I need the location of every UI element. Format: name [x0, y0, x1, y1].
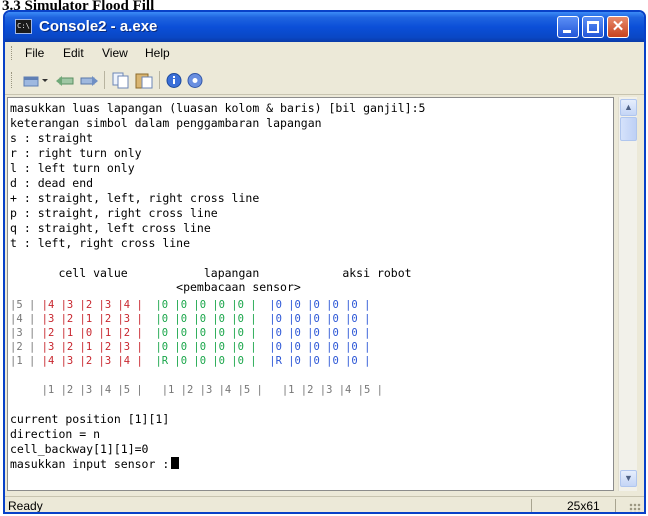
input-prompt: masukkan input sensor :	[10, 457, 170, 471]
toolbar-separator	[104, 71, 105, 89]
aksi-robot-row: |0 |0 |0 |0 |0 |	[269, 299, 371, 311]
aksi-robot-row: |0 |0 |0 |0 |0 |	[269, 313, 371, 325]
close-icon: ✕	[611, 18, 625, 35]
grid-section-headers: cell value lapangan aksi robot	[10, 266, 412, 280]
toolbar	[5, 65, 644, 95]
cell-value-row: |3 |2 |1 |2 |3 |	[41, 313, 143, 325]
cell-value-row: |3 |2 |1 |2 |3 |	[41, 341, 143, 353]
maximize-button[interactable]	[582, 16, 604, 38]
grid-row: |2 | |3 |2 |1 |2 |3 | |0 |0 |0 |0 |0 | |…	[10, 340, 370, 355]
grid-row-index: |2 |	[10, 341, 36, 353]
grid-row-index: |3 |	[10, 327, 36, 339]
status-bar: Ready 25x61	[5, 496, 644, 513]
grid-row: |4 | |3 |2 |1 |2 |3 | |0 |0 |0 |0 |0 | |…	[10, 312, 370, 327]
maximize-icon	[587, 21, 599, 33]
console-line: r : right turn only	[10, 146, 142, 160]
cell-backway-line: cell_backway[1][1]=0	[10, 442, 149, 456]
console-size: 25x61	[567, 499, 600, 513]
grid-row: |1 | |4 |3 |2 |3 |4 | |R |0 |0 |0 |0 | |…	[10, 354, 370, 369]
new-tab-icon[interactable]	[23, 72, 41, 89]
console-line: s : straight	[10, 131, 94, 145]
console-line: keterangan simbol dalam penggambaran lap…	[10, 116, 322, 130]
minimize-button[interactable]	[557, 16, 579, 38]
cell-value-row: |4 |3 |2 |3 |4 |	[41, 355, 143, 367]
grid-row-index: |5 |	[10, 299, 36, 311]
grid-row: |3 | |2 |1 |0 |1 |2 | |0 |0 |0 |0 |0 | |…	[10, 326, 370, 341]
previous-tab-icon[interactable]	[55, 72, 75, 89]
copy-icon[interactable]	[111, 72, 131, 89]
grid-row: |5 | |4 |3 |2 |3 |4 | |0 |0 |0 |0 |0 | |…	[10, 298, 370, 313]
menu-bar: File Edit View Help	[5, 42, 644, 64]
console-line: d : dead end	[10, 176, 94, 190]
scroll-thumb[interactable]	[620, 117, 637, 141]
title-bar[interactable]: C:\ Console2 - a.exe ✕	[5, 12, 644, 42]
grid-row-index: |4 |	[10, 313, 36, 325]
console-line: t : left, right cross line	[10, 236, 191, 250]
next-tab-icon[interactable]	[79, 72, 99, 89]
aksi-robot-row: |0 |0 |0 |0 |0 |	[269, 327, 371, 339]
lapangan-row: |0 |0 |0 |0 |0 |	[155, 327, 257, 339]
console-line: l : left turn only	[10, 161, 135, 175]
grid-subheader: <pembacaan sensor>	[10, 280, 301, 294]
console-line: p : straight, right cross line	[10, 206, 218, 220]
cell-value-row: |2 |1 |0 |1 |2 |	[41, 327, 143, 339]
console-window: C:\ Console2 - a.exe ✕ File Edit View He…	[3, 10, 646, 514]
chevron-up-icon: ▲	[624, 102, 633, 112]
status-divider	[531, 499, 532, 512]
lapangan-row: |0 |0 |0 |0 |0 |	[155, 299, 257, 311]
new-tab-dropdown-icon[interactable]	[42, 72, 49, 89]
scroll-up-button[interactable]: ▲	[620, 99, 637, 116]
input-prompt-line[interactable]: masukkan input sensor :	[10, 457, 180, 472]
aksi-robot-row: |R |0 |0 |0 |0 |	[269, 355, 371, 367]
menu-file[interactable]: File	[19, 42, 50, 64]
status-divider	[615, 499, 616, 512]
resize-grip-icon[interactable]	[629, 503, 641, 512]
close-button[interactable]: ✕	[607, 16, 629, 38]
menu-help[interactable]: Help	[139, 42, 176, 64]
help-icon[interactable]	[187, 72, 205, 89]
direction-line: direction = n	[10, 427, 101, 441]
status-text: Ready	[8, 499, 43, 513]
console-line: masukkan luas lapangan (luasan kolom & b…	[10, 101, 426, 115]
chevron-down-icon: ▼	[624, 473, 633, 483]
paste-icon[interactable]	[134, 72, 154, 89]
lapangan-row: |0 |0 |0 |0 |0 |	[155, 313, 257, 325]
console-app-icon[interactable]: C:\	[15, 19, 32, 34]
lapangan-row: |R |0 |0 |0 |0 |	[155, 355, 257, 367]
scroll-down-button[interactable]: ▼	[620, 470, 637, 487]
info-icon[interactable]	[166, 72, 184, 89]
menu-view[interactable]: View	[96, 42, 134, 64]
toolbar-grip[interactable]	[11, 72, 14, 88]
grid-column-footer: |1 |2 |3 |4 |5 | |1 |2 |3 |4 |5 | |1 |2 …	[10, 384, 383, 396]
toolbar-separator	[159, 71, 160, 89]
lapangan-row: |0 |0 |0 |0 |0 |	[155, 341, 257, 353]
current-position-line: current position [1][1]	[10, 412, 170, 426]
window-title: Console2 - a.exe	[39, 18, 158, 35]
minimize-icon	[563, 30, 571, 33]
menu-grip[interactable]	[11, 46, 14, 60]
text-cursor	[171, 457, 180, 469]
grid-row-index: |1 |	[10, 355, 36, 367]
menu-edit[interactable]: Edit	[57, 42, 90, 64]
cell-value-row: |4 |3 |2 |3 |4 |	[41, 299, 143, 311]
console-line: q : straight, left cross line	[10, 221, 211, 235]
console-line: + : straight, left, right cross line	[10, 191, 260, 205]
vertical-scrollbar[interactable]: ▲ ▼	[618, 97, 637, 491]
aksi-robot-row: |0 |0 |0 |0 |0 |	[269, 341, 371, 353]
console-output[interactable]: masukkan luas lapangan (luasan kolom & b…	[7, 97, 614, 491]
